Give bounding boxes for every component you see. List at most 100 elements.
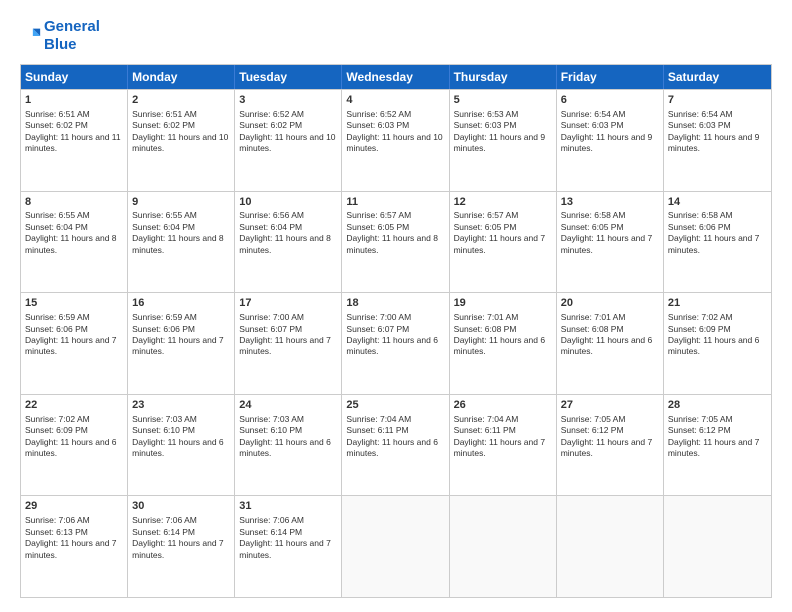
- daylight: Daylight: 11 hours and 7 minutes.: [561, 437, 653, 458]
- sunset: Sunset: 6:05 PM: [454, 222, 517, 232]
- daylight: Daylight: 11 hours and 7 minutes.: [132, 538, 224, 559]
- day-number: 21: [668, 296, 767, 311]
- sunset: Sunset: 6:11 PM: [454, 425, 516, 435]
- sunrise: Sunrise: 7:05 AM: [561, 414, 626, 424]
- sunrise: Sunrise: 6:51 AM: [25, 109, 90, 119]
- daylight: Daylight: 11 hours and 6 minutes.: [346, 437, 438, 458]
- sunrise: Sunrise: 6:54 AM: [561, 109, 626, 119]
- header-day: Thursday: [450, 65, 557, 89]
- day-number: 6: [561, 93, 659, 108]
- sunset: Sunset: 6:14 PM: [239, 527, 302, 537]
- calendar-cell: 14Sunrise: 6:58 AMSunset: 6:06 PMDayligh…: [664, 192, 771, 293]
- daylight: Daylight: 11 hours and 9 minutes.: [668, 132, 760, 153]
- day-number: 10: [239, 195, 337, 210]
- sunset: Sunset: 6:13 PM: [25, 527, 88, 537]
- calendar-cell: 10Sunrise: 6:56 AMSunset: 6:04 PMDayligh…: [235, 192, 342, 293]
- calendar-cell: 29Sunrise: 7:06 AMSunset: 6:13 PMDayligh…: [21, 496, 128, 597]
- sunrise: Sunrise: 6:51 AM: [132, 109, 197, 119]
- daylight: Daylight: 11 hours and 7 minutes.: [239, 335, 331, 356]
- sunrise: Sunrise: 6:59 AM: [132, 312, 197, 322]
- sunrise: Sunrise: 6:54 AM: [668, 109, 733, 119]
- sunset: Sunset: 6:02 PM: [25, 120, 88, 130]
- day-number: 8: [25, 195, 123, 210]
- calendar-cell: 2Sunrise: 6:51 AMSunset: 6:02 PMDaylight…: [128, 90, 235, 191]
- daylight: Daylight: 11 hours and 7 minutes.: [454, 437, 546, 458]
- calendar-cell: 16Sunrise: 6:59 AMSunset: 6:06 PMDayligh…: [128, 293, 235, 394]
- header-day: Friday: [557, 65, 664, 89]
- calendar-row: 1Sunrise: 6:51 AMSunset: 6:02 PMDaylight…: [21, 89, 771, 191]
- daylight: Daylight: 11 hours and 7 minutes.: [132, 335, 224, 356]
- day-number: 14: [668, 195, 767, 210]
- sunset: Sunset: 6:06 PM: [132, 324, 195, 334]
- sunset: Sunset: 6:09 PM: [25, 425, 88, 435]
- calendar-page: GeneralBlue SundayMondayTuesdayWednesday…: [0, 0, 792, 612]
- sunrise: Sunrise: 7:03 AM: [239, 414, 304, 424]
- sunset: Sunset: 6:04 PM: [25, 222, 88, 232]
- sunrise: Sunrise: 7:04 AM: [346, 414, 411, 424]
- sunrise: Sunrise: 7:04 AM: [454, 414, 519, 424]
- calendar-row: 22Sunrise: 7:02 AMSunset: 6:09 PMDayligh…: [21, 394, 771, 496]
- day-number: 13: [561, 195, 659, 210]
- calendar-row: 8Sunrise: 6:55 AMSunset: 6:04 PMDaylight…: [21, 191, 771, 293]
- daylight: Daylight: 11 hours and 10 minutes.: [346, 132, 442, 153]
- daylight: Daylight: 11 hours and 8 minutes.: [239, 233, 331, 254]
- sunrise: Sunrise: 7:00 AM: [346, 312, 411, 322]
- sunset: Sunset: 6:06 PM: [668, 222, 731, 232]
- calendar-cell: 5Sunrise: 6:53 AMSunset: 6:03 PMDaylight…: [450, 90, 557, 191]
- daylight: Daylight: 11 hours and 6 minutes.: [561, 335, 653, 356]
- day-number: 12: [454, 195, 552, 210]
- page-header: GeneralBlue: [20, 18, 772, 54]
- daylight: Daylight: 11 hours and 9 minutes.: [454, 132, 546, 153]
- sunset: Sunset: 6:04 PM: [239, 222, 302, 232]
- day-number: 22: [25, 398, 123, 413]
- calendar-cell: 11Sunrise: 6:57 AMSunset: 6:05 PMDayligh…: [342, 192, 449, 293]
- day-number: 1: [25, 93, 123, 108]
- day-number: 30: [132, 499, 230, 514]
- daylight: Daylight: 11 hours and 7 minutes.: [25, 335, 117, 356]
- sunset: Sunset: 6:05 PM: [346, 222, 409, 232]
- calendar-cell: 15Sunrise: 6:59 AMSunset: 6:06 PMDayligh…: [21, 293, 128, 394]
- day-number: 23: [132, 398, 230, 413]
- daylight: Daylight: 11 hours and 8 minutes.: [132, 233, 224, 254]
- day-number: 18: [346, 296, 444, 311]
- sunset: Sunset: 6:03 PM: [561, 120, 624, 130]
- calendar-cell: 3Sunrise: 6:52 AMSunset: 6:02 PMDaylight…: [235, 90, 342, 191]
- calendar-cell: 18Sunrise: 7:00 AMSunset: 6:07 PMDayligh…: [342, 293, 449, 394]
- calendar-cell: 19Sunrise: 7:01 AMSunset: 6:08 PMDayligh…: [450, 293, 557, 394]
- calendar-cell: 17Sunrise: 7:00 AMSunset: 6:07 PMDayligh…: [235, 293, 342, 394]
- daylight: Daylight: 11 hours and 7 minutes.: [561, 233, 653, 254]
- daylight: Daylight: 11 hours and 9 minutes.: [561, 132, 653, 153]
- header-day: Saturday: [664, 65, 771, 89]
- calendar-cell: 28Sunrise: 7:05 AMSunset: 6:12 PMDayligh…: [664, 395, 771, 496]
- header-day: Wednesday: [342, 65, 449, 89]
- sunset: Sunset: 6:08 PM: [454, 324, 517, 334]
- day-number: 31: [239, 499, 337, 514]
- day-number: 11: [346, 195, 444, 210]
- calendar-cell: 25Sunrise: 7:04 AMSunset: 6:11 PMDayligh…: [342, 395, 449, 496]
- day-number: 7: [668, 93, 767, 108]
- sunrise: Sunrise: 7:05 AM: [668, 414, 733, 424]
- sunrise: Sunrise: 6:53 AM: [454, 109, 519, 119]
- daylight: Daylight: 11 hours and 7 minutes.: [239, 538, 331, 559]
- day-number: 24: [239, 398, 337, 413]
- sunset: Sunset: 6:14 PM: [132, 527, 195, 537]
- daylight: Daylight: 11 hours and 6 minutes.: [132, 437, 224, 458]
- day-number: 15: [25, 296, 123, 311]
- day-number: 20: [561, 296, 659, 311]
- sunrise: Sunrise: 6:57 AM: [454, 210, 519, 220]
- calendar-cell: 31Sunrise: 7:06 AM Sunset: 6:14 PMDayligh…: [235, 496, 342, 597]
- sunset: Sunset: 6:11 PM: [346, 425, 408, 435]
- sunset: Sunset: 6:02 PM: [132, 120, 195, 130]
- header-day: Sunday: [21, 65, 128, 89]
- calendar-cell: 1Sunrise: 6:51 AMSunset: 6:02 PMDaylight…: [21, 90, 128, 191]
- sunset: Sunset: 6:12 PM: [668, 425, 731, 435]
- calendar-row: 29Sunrise: 7:06 AMSunset: 6:13 PMDayligh…: [21, 495, 771, 597]
- logo-text: GeneralBlue: [44, 18, 100, 54]
- calendar-cell: 20Sunrise: 7:01 AMSunset: 6:08 PMDayligh…: [557, 293, 664, 394]
- sunset: Sunset: 6:03 PM: [454, 120, 517, 130]
- sunset: Sunset: 6:10 PM: [132, 425, 195, 435]
- sunrise: Sunrise: 6:59 AM: [25, 312, 90, 322]
- sunrise: Sunrise: 7:01 AM: [561, 312, 626, 322]
- day-number: 19: [454, 296, 552, 311]
- sunrise: Sunrise: 7:06 AM: [239, 515, 304, 525]
